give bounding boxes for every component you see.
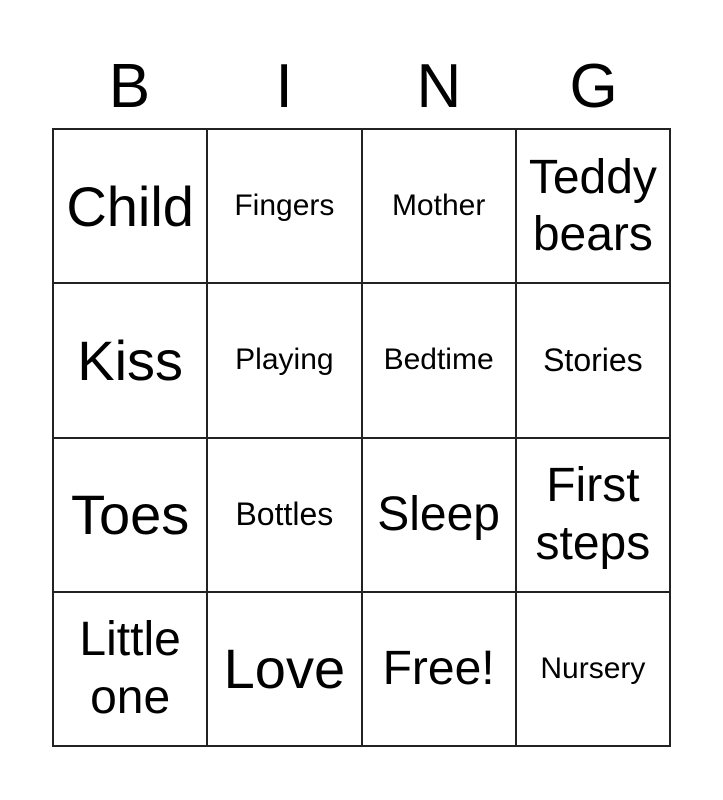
header-letter-g: G (569, 52, 618, 121)
bingo-cell[interactable]: Kiss (53, 283, 208, 438)
bingo-cell[interactable]: Bedtime (361, 283, 516, 438)
bingo-cell[interactable]: Bottles (207, 437, 362, 592)
header-letter-b: B (108, 52, 151, 121)
bingo-cell[interactable]: Teddy bears (515, 129, 670, 284)
bingo-cell[interactable]: Free! (361, 591, 516, 746)
bingo-header: B I N G (52, 52, 671, 122)
bingo-cell[interactable]: Playing (207, 283, 362, 438)
bingo-cell[interactable]: Stories (515, 283, 670, 438)
bingo-cell[interactable]: Mother (361, 129, 516, 284)
header-letter-i: I (275, 52, 293, 121)
bingo-cell[interactable]: Little one (53, 591, 208, 746)
bingo-cell[interactable]: Toes (53, 437, 208, 592)
bingo-cell[interactable]: Love (207, 591, 362, 746)
bingo-cell[interactable]: Nursery (515, 591, 670, 746)
header-letter-n: N (416, 52, 462, 121)
bingo-cell[interactable]: First steps (515, 437, 670, 592)
bingo-cell[interactable]: Fingers (207, 129, 362, 284)
bingo-cell[interactable]: Child (53, 129, 208, 284)
bingo-card-grid: Child Fingers Mother Teddy bears Kiss Playing… (52, 128, 671, 747)
bingo-cell[interactable]: Sleep (361, 437, 516, 592)
